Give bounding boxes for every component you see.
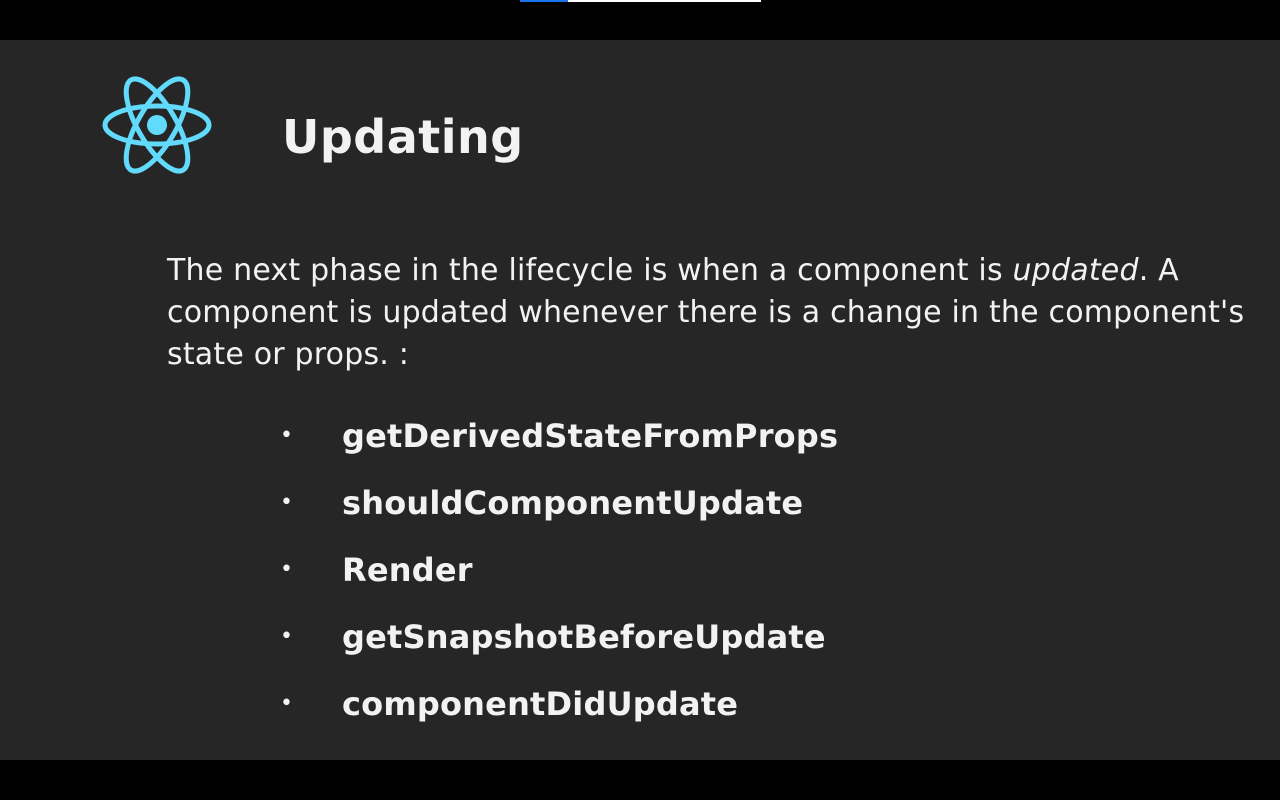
bullet-icon: • (280, 691, 293, 716)
playback-progress-fill (520, 0, 569, 2)
lifecycle-methods-list: • getDerivedStateFromProps • shouldCompo… (280, 414, 838, 749)
method-name: getDerivedStateFromProps (342, 417, 839, 455)
list-item: • shouldComponentUpdate (280, 481, 838, 548)
slide-intro-text: The next phase in the lifecycle is when … (167, 250, 1267, 376)
method-name: Render (342, 551, 473, 589)
react-atom-icon (101, 75, 213, 175)
method-name: getSnapshotBeforeUpdate (342, 618, 826, 656)
intro-emphasis: updated (1012, 253, 1139, 288)
method-name: shouldComponentUpdate (342, 484, 804, 522)
slide: Updating The next phase in the lifecycle… (0, 40, 1280, 760)
bullet-icon: • (280, 490, 293, 515)
bullet-icon: • (280, 557, 293, 582)
bullet-icon: • (280, 624, 293, 649)
playback-progress-bar[interactable] (520, 0, 761, 2)
list-item: • getSnapshotBeforeUpdate (280, 615, 838, 682)
video-viewer: Updating The next phase in the lifecycle… (0, 0, 1280, 800)
list-item: • getDerivedStateFromProps (280, 414, 838, 481)
bullet-icon: • (280, 423, 293, 448)
intro-text-before: The next phase in the lifecycle is when … (167, 253, 1013, 288)
method-name: componentDidUpdate (342, 685, 739, 723)
list-item: • componentDidUpdate (280, 682, 838, 749)
list-item: • Render (280, 548, 838, 615)
slide-title: Updating (282, 110, 524, 164)
